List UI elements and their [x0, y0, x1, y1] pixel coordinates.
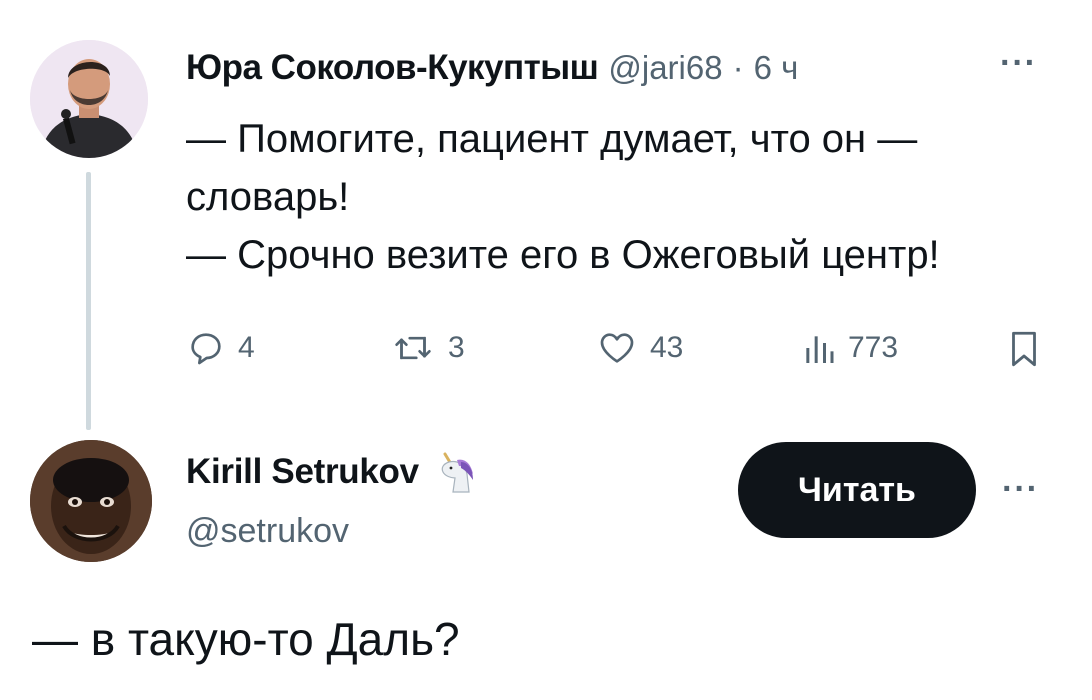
thread-connector-line: [86, 172, 91, 430]
more-options-icon[interactable]: ···: [1002, 470, 1039, 509]
bookmark-button[interactable]: [1006, 328, 1042, 370]
meta-separator: ·: [732, 49, 744, 86]
unicorn-icon: [441, 452, 473, 493]
like-button[interactable]: 43: [596, 328, 683, 368]
author-name[interactable]: Kirill Setrukov: [186, 452, 419, 492]
tweet-time[interactable]: 6 ч: [754, 49, 799, 87]
reply-bubble-icon: [191, 333, 221, 365]
views-button[interactable]: 773: [800, 328, 898, 368]
author-name[interactable]: Юра Соколов-Кукуптыш: [186, 48, 599, 88]
heart-icon: [600, 333, 634, 363]
author-avatar[interactable]: [30, 40, 148, 158]
tweet-text: — в такую-то Даль?: [32, 613, 460, 665]
follow-button[interactable]: Читать: [738, 442, 976, 538]
reply-button[interactable]: 4: [186, 328, 255, 368]
views-bars-icon: [806, 336, 834, 363]
bookmark-icon: [1012, 331, 1036, 367]
repost-count: 3: [448, 331, 465, 364]
tweet-text-line: — Помогите, пациент думает, что он —: [186, 117, 918, 161]
reply-count: 4: [238, 331, 255, 364]
tweet-text: — Помогите, пациент думает, что он — сло…: [186, 110, 1066, 284]
more-options-icon[interactable]: ···: [1000, 44, 1037, 83]
tweet-header: Kirill Setrukov: [186, 448, 479, 496]
author-handle[interactable]: @setrukov: [186, 512, 349, 551]
author-avatar[interactable]: [30, 440, 152, 562]
repost-arrows-icon: [395, 336, 431, 360]
avatar-photo: [30, 440, 152, 562]
like-count: 43: [650, 331, 684, 364]
tweet-text-line: — Срочно везите его в Ожеговый центр!: [186, 233, 940, 277]
repost-button[interactable]: 3: [390, 328, 465, 368]
author-handle[interactable]: @jari68: [608, 49, 722, 87]
tweet-header: Юра Соколов-Кукуптыш @jari68 · 6 ч: [186, 48, 798, 88]
avatar-photo: [30, 40, 148, 158]
views-count: 773: [848, 331, 899, 364]
tweet-text-line: словарь!: [186, 175, 350, 219]
